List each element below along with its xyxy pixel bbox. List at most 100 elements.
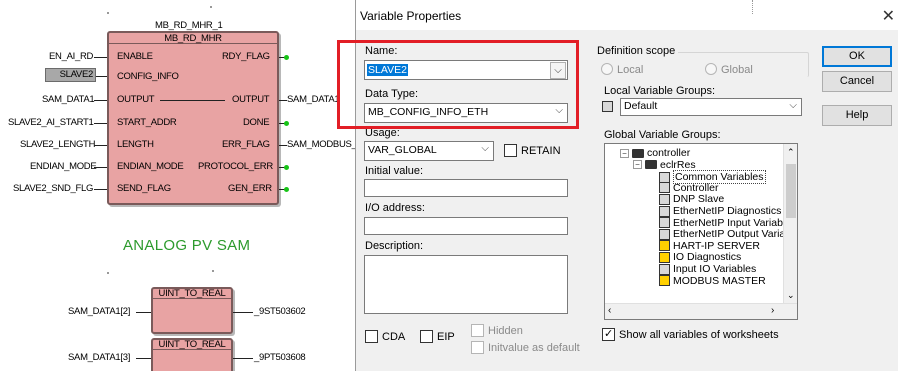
grid-dot (107, 272, 109, 274)
close-icon[interactable]: ✕ (882, 6, 895, 26)
guide-line (752, 0, 753, 14)
section-label: ANALOG PV SAM (123, 237, 251, 254)
function-block-uint-to-real-2[interactable]: UINT_TO_REAL (151, 338, 233, 371)
dialog-title: Variable Properties (360, 9, 462, 23)
scope-global-radio[interactable] (705, 63, 717, 75)
unconnected-output-dot (284, 165, 289, 170)
dialog-title-bar[interactable]: Variable Properties ✕ (356, 0, 898, 30)
variable-group-icon (659, 251, 670, 263)
tree-horizontal-scrollbar[interactable]: ‹ › (605, 303, 797, 319)
collapse-icon[interactable]: − (620, 148, 629, 158)
var-slave2-ai-start1[interactable]: SLAVE2_AI_START1 (8, 117, 94, 128)
wire (233, 312, 253, 313)
io-address-input[interactable] (364, 217, 568, 235)
cda-label: CDA (382, 331, 406, 343)
tree-vertical-scrollbar[interactable]: ⌃ ⌄ (783, 144, 797, 304)
scope-local-radio[interactable] (601, 63, 613, 75)
tree-item[interactable]: − eclrRes (633, 159, 696, 171)
wire (96, 76, 107, 77)
fbd-canvas[interactable]: MB_RD_MHR_1 MB_RD_MHR ENABLE CONFIG_INFO… (0, 0, 355, 371)
folder-icon (645, 160, 657, 170)
scroll-left-icon[interactable]: ‹ (608, 305, 611, 316)
local-groups-combobox[interactable]: Default ⌵ (620, 98, 802, 116)
ok-button[interactable]: OK (822, 46, 892, 67)
show-all-label: Show all variables of worksheets (619, 329, 779, 341)
tree-item[interactable]: Input IO Variables (659, 263, 756, 275)
function-block-uint-to-real-1[interactable]: UINT_TO_REAL (151, 287, 233, 334)
retain-checkbox[interactable] (504, 144, 517, 157)
tree-item[interactable]: IO Diagnostics (659, 251, 741, 263)
unconnected-output-dot (284, 187, 289, 192)
fb-type-name: MB_RD_MHR (109, 33, 277, 44)
wire (279, 100, 287, 101)
io-address-label: I/O address: (365, 202, 425, 214)
var-sam-data1-out[interactable]: SAM_DATA1 (287, 94, 340, 105)
show-all-checkbox[interactable]: ✓ (602, 328, 615, 341)
pin-protocol-err: PROTOCOL_ERR (198, 161, 273, 172)
local-groups-value: Default (624, 100, 658, 112)
pin-length: LENGTH (117, 139, 154, 150)
grid-dot (107, 12, 109, 14)
var-sam-data1-in[interactable]: SAM_DATA1 (42, 94, 95, 105)
hidden-label: Hidden (488, 325, 523, 337)
var-slave2-selected[interactable]: SLAVE2 (45, 68, 96, 82)
tree-item[interactable]: MODBUS MASTER (659, 275, 766, 287)
eip-checkbox[interactable] (420, 330, 433, 343)
initial-value-input[interactable] (364, 179, 568, 197)
tree-item[interactable]: EtherNetIP Input Variabl (659, 217, 785, 229)
scroll-up-icon[interactable]: ⌃ (787, 147, 795, 158)
tree-item-label: Input IO Variables (673, 263, 757, 275)
usage-combobox[interactable]: VAR_GLOBAL ⌵ (364, 141, 494, 161)
var-sam-data1-3[interactable]: SAM_DATA1[3] (68, 352, 130, 363)
tree-item[interactable]: HART-IP SERVER (659, 240, 760, 252)
scrollbar-thumb[interactable] (786, 164, 796, 218)
pin-output-in: OUTPUT (117, 94, 155, 105)
var-en-ai-rd[interactable]: EN_AI_RD (49, 51, 93, 62)
variable-group-icon (659, 228, 670, 240)
scroll-right-icon[interactable]: › (771, 305, 774, 316)
internal-output-wire (160, 100, 225, 101)
pin-done: DONE (243, 117, 270, 128)
wire (136, 312, 151, 313)
pin-send-flag: SEND_FLAG (117, 183, 171, 194)
variable-group-icon (659, 275, 670, 287)
chevron-down-icon[interactable]: ⌵ (789, 100, 797, 111)
tree-item-label: HART-IP SERVER (673, 239, 760, 252)
var-slave2-snd-flg[interactable]: SLAVE2_SND_FLG (13, 183, 93, 194)
tree-item[interactable]: DNP Slave (659, 193, 724, 205)
description-textarea[interactable] (364, 255, 568, 314)
variable-group-icon (602, 101, 613, 112)
var-sam-data1-2[interactable]: SAM_DATA1[2] (68, 306, 130, 317)
scroll-down-icon[interactable]: ⌄ (787, 290, 795, 301)
variable-group-icon (659, 240, 670, 252)
usage-value: VAR_GLOBAL (368, 144, 437, 156)
var-sam-modbus[interactable]: SAM_MODBUS_ (287, 139, 355, 150)
pin-rdy-flag: RDY_FLAG (222, 51, 270, 62)
var-9st503602[interactable]: _9ST503602 (254, 306, 306, 317)
cda-checkbox[interactable] (365, 330, 378, 343)
tree-item[interactable]: EtherNetIP Diagnostics (659, 205, 781, 217)
variable-group-icon (659, 205, 670, 217)
global-groups-tree[interactable]: − controller − eclrRes Common Variables Contr… (604, 143, 798, 320)
tree-item-label: controller (647, 147, 691, 159)
hidden-checkbox[interactable] (471, 324, 484, 337)
help-button[interactable]: Help (822, 105, 892, 126)
var-endian-mode[interactable]: ENDIAN_MODE (30, 161, 97, 172)
variable-group-icon (659, 263, 670, 275)
tree-item-label: DNP Slave (673, 193, 725, 206)
tree-item-label: MODBUS MASTER (673, 274, 766, 287)
initvalue-default-checkbox[interactable] (471, 341, 484, 354)
unconnected-output-dot (284, 55, 289, 60)
chevron-down-icon[interactable]: ⌵ (481, 143, 489, 154)
var-9pt503608[interactable]: _9PT503608 (254, 352, 306, 363)
collapse-icon[interactable]: − (633, 160, 642, 170)
tree-item[interactable]: − controller (620, 147, 690, 159)
tree-item-label: EtherNetIP Input Variabl (673, 216, 786, 229)
pin-err-flag: ERR_FLAG (222, 139, 270, 150)
tree-item[interactable]: EtherNetIP Output Variat (659, 228, 788, 240)
grid-dot (212, 270, 214, 272)
cancel-button[interactable]: Cancel (822, 71, 892, 92)
tree-item[interactable]: Controller (659, 182, 719, 194)
pin-config-info: CONFIG_INFO (117, 71, 179, 82)
var-slave2-length[interactable]: SLAVE2_LENGTH (20, 139, 95, 150)
